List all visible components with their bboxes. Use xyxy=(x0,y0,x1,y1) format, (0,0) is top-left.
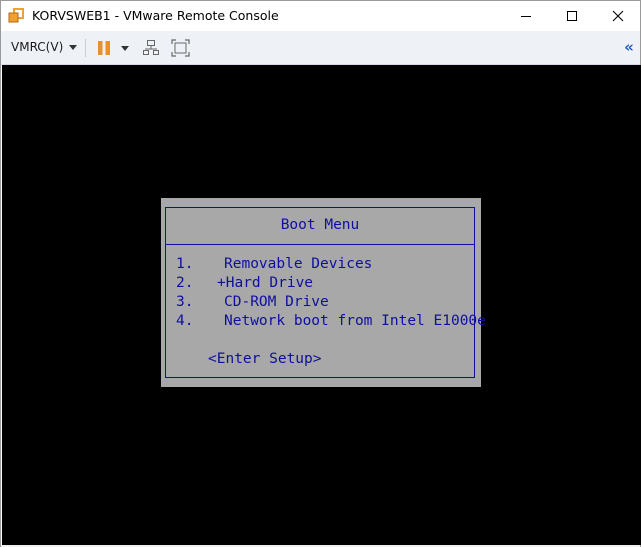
enter-setup-option[interactable]: <Enter Setup> xyxy=(208,351,322,367)
chevron-down-icon xyxy=(69,44,78,50)
toolbar-divider xyxy=(85,39,86,57)
boot-menu-frame: Boot Menu 1. Removable Devices 2. +Hard … xyxy=(165,207,486,378)
fullscreen-icon[interactable] xyxy=(171,39,190,57)
window-title: KORVSWEB1 - VMware Remote Console xyxy=(32,8,279,23)
boot-menu-title: Boot Menu xyxy=(280,217,360,233)
close-icon xyxy=(612,10,624,22)
boot-option-label: Removable Devices xyxy=(224,256,373,272)
title-bar[interactable]: KORVSWEB1 - VMware Remote Console xyxy=(1,1,640,31)
network-icon[interactable] xyxy=(142,39,160,57)
maximize-button[interactable] xyxy=(549,1,595,31)
vmrc-menu-button[interactable]: VMRC(V) xyxy=(5,36,83,58)
vmrc-menu-label: VMRC(V) xyxy=(11,40,64,54)
close-button[interactable] xyxy=(595,1,641,31)
boot-option-number: 4. xyxy=(176,313,194,329)
pause-dropdown-chevron-icon[interactable] xyxy=(121,46,129,51)
minimize-button[interactable] xyxy=(503,1,549,31)
boot-option-number: 2. xyxy=(176,275,194,291)
vmrc-window: KORVSWEB1 - VMware Remote Console VMRC(V… xyxy=(0,0,641,547)
boot-option-number: 3. xyxy=(176,294,194,310)
vmware-app-icon xyxy=(8,8,24,23)
boot-menu-divider xyxy=(166,244,474,245)
maximize-icon xyxy=(567,11,577,21)
double-chevron-left-icon[interactable]: « xyxy=(621,38,637,56)
boot-option-label: +Hard Drive xyxy=(217,275,314,291)
vm-console-screen[interactable]: Boot Menu 1. Removable Devices 2. +Hard … xyxy=(2,65,641,545)
minimize-icon xyxy=(521,16,531,17)
boot-menu-panel: Boot Menu 1. Removable Devices 2. +Hard … xyxy=(161,198,486,387)
boot-option-number: 1. xyxy=(176,256,194,272)
boot-option-label: Network boot from Intel E1000e xyxy=(224,313,486,329)
boot-option-label: CD-ROM Drive xyxy=(224,294,329,310)
toolbar: VMRC(V) « xyxy=(1,31,640,65)
pause-icon[interactable] xyxy=(96,40,112,56)
